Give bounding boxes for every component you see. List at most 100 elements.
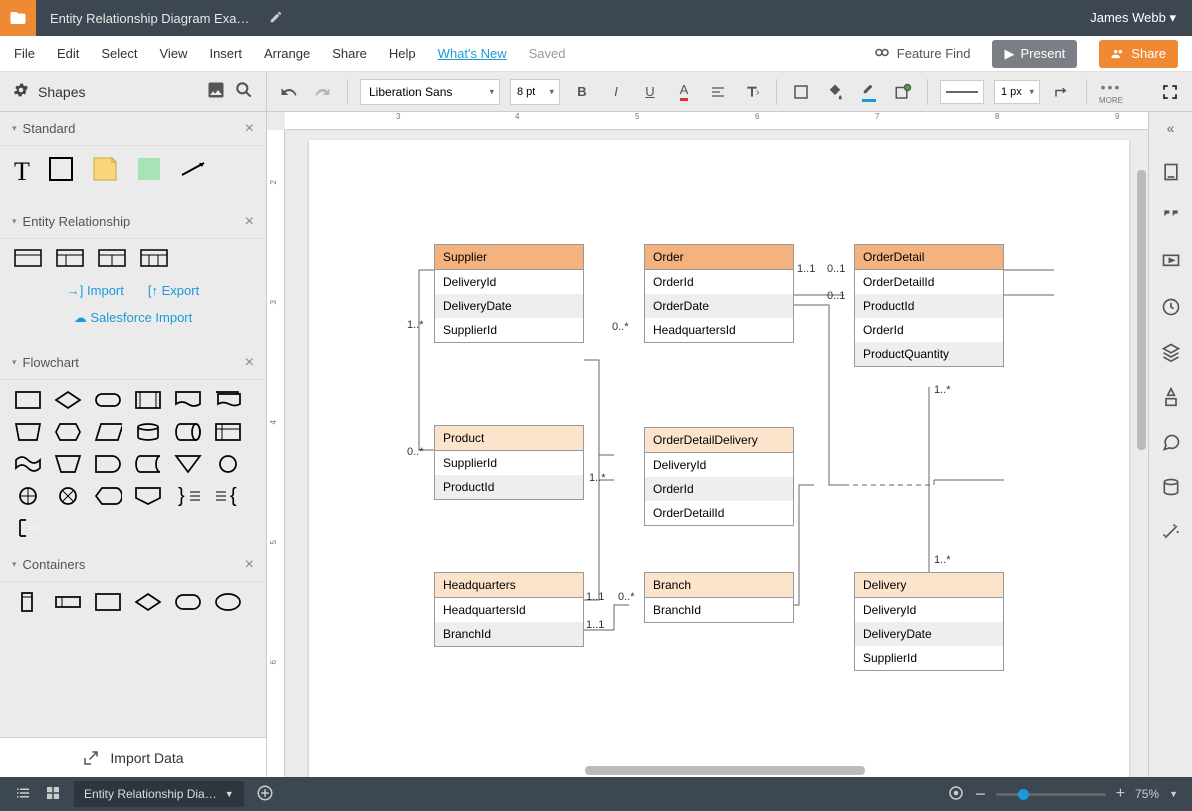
present-panel-icon[interactable] [1161,252,1181,277]
scrollbar-vertical[interactable] [1137,170,1146,450]
er-salesforce[interactable]: ☁ Salesforce Import [74,310,193,325]
fc-data[interactable] [94,422,122,442]
section-containers[interactable]: Containers× [0,548,266,582]
er-import[interactable]: →] Import [67,283,124,298]
ct-6[interactable] [214,592,242,612]
fc-manual[interactable] [14,422,42,442]
er-export[interactable]: [↑ Export [148,283,199,298]
fc-brace-l[interactable]: { [214,486,242,506]
line-style-select[interactable] [940,80,984,104]
target-icon[interactable] [947,784,965,805]
fc-sum[interactable] [54,486,82,506]
scrollbar-horizontal[interactable] [585,766,865,775]
fc-merge[interactable] [174,454,202,474]
font-select[interactable]: Liberation Sans [360,79,500,105]
chat-icon[interactable] [1161,432,1181,457]
zoom-slider[interactable] [996,793,1106,796]
section-standard[interactable]: Standard× [0,112,266,146]
menu-select[interactable]: Select [101,46,137,61]
fc-doc[interactable] [174,390,202,410]
fullscreen-icon[interactable] [1158,80,1182,104]
fontsize-select[interactable]: 8 pt [510,79,560,105]
fc-stored[interactable] [134,454,162,474]
section-flowchart[interactable]: Flowchart× [0,346,266,380]
canvas[interactable]: Supplier DeliveryId DeliveryDate Supplie… [285,130,1148,777]
rect-shape[interactable] [48,156,74,187]
comment-icon[interactable] [1161,207,1181,232]
menu-view[interactable]: View [160,46,188,61]
collapse-icon[interactable]: « [1167,120,1175,136]
entity-odd[interactable]: OrderDetailDelivery DeliveryId OrderId O… [644,427,794,526]
er-shape-4[interactable] [140,249,168,267]
fc-offpage[interactable] [134,486,162,506]
fc-manop[interactable] [54,454,82,474]
zoom-level[interactable]: 75% [1135,787,1159,801]
fc-or[interactable] [14,486,42,506]
text-options-icon[interactable] [740,80,764,104]
er-shape-1[interactable] [14,249,42,267]
close-icon[interactable]: × [245,556,254,574]
fc-tape[interactable] [14,454,42,474]
italic-icon[interactable]: I [604,80,628,104]
border-color-icon[interactable] [857,80,881,104]
zoom-in-icon[interactable]: + [1116,785,1125,803]
fc-delay[interactable] [94,454,122,474]
align-icon[interactable] [706,80,730,104]
data-icon[interactable] [1161,477,1181,502]
menu-whats-new[interactable]: What's New [438,46,507,61]
image-icon[interactable] [206,80,226,103]
menu-help[interactable]: Help [389,46,416,61]
page-panel-icon[interactable] [1161,162,1181,187]
fc-process[interactable] [14,390,42,410]
import-data-button[interactable]: Import Data [0,737,266,777]
ct-1[interactable] [14,592,42,612]
folder-icon[interactable] [0,0,36,36]
fill-icon[interactable] [823,80,847,104]
er-shape-3[interactable] [98,249,126,267]
share-button[interactable]: Share [1099,40,1178,68]
section-er[interactable]: Entity Relationship× [0,205,266,239]
close-icon[interactable]: × [245,213,254,231]
fc-intern[interactable] [214,422,242,442]
line-width-select[interactable]: 1 px [994,80,1040,104]
present-button[interactable]: ▶ Present [992,40,1077,68]
note-shape[interactable] [92,156,118,187]
fc-db[interactable] [134,422,162,442]
menu-file[interactable]: File [14,46,35,61]
close-icon[interactable]: × [245,120,254,138]
entity-supplier[interactable]: Supplier DeliveryId DeliveryDate Supplie… [434,244,584,343]
block-shape[interactable] [136,156,162,187]
fc-brace-r[interactable]: } [174,486,202,506]
master-icon[interactable] [1161,387,1181,412]
fc-multidoc[interactable] [214,390,242,410]
fc-display[interactable] [94,486,122,506]
fc-note[interactable] [14,518,42,538]
entity-product[interactable]: Product SupplierId ProductId [434,425,584,500]
undo-icon[interactable] [277,80,301,104]
gear-icon[interactable] [12,81,30,102]
document-title[interactable]: Entity Relationship Diagram Exa… [36,11,263,26]
edit-title-icon[interactable] [269,10,283,27]
layers-icon[interactable] [1161,342,1181,367]
fc-terminator[interactable] [94,390,122,410]
user-menu[interactable]: James Webb ▾ [1074,10,1192,26]
fc-prep[interactable] [54,422,82,442]
menu-arrange[interactable]: Arrange [264,46,310,61]
arrow-shape[interactable] [180,159,208,184]
redo-icon[interactable] [311,80,335,104]
entity-hq[interactable]: Headquarters HeadquartersId BranchId [434,572,584,647]
more-button[interactable]: •••MORE [1099,79,1123,105]
close-icon[interactable]: × [245,354,254,372]
grid-view-icon[interactable] [44,784,62,805]
ct-4[interactable] [134,592,162,612]
magic-icon[interactable] [1161,522,1181,547]
search-icon[interactable] [234,80,254,103]
shape-crop-icon[interactable] [789,80,813,104]
entity-orderdetail[interactable]: OrderDetail OrderDetailId ProductId Orde… [854,244,1004,367]
er-shape-2[interactable] [56,249,84,267]
fc-direct[interactable] [174,422,202,442]
fc-predef[interactable] [134,390,162,410]
text-shape[interactable]: T [14,157,30,187]
history-icon[interactable] [1161,297,1181,322]
text-color-icon[interactable]: A [672,80,696,104]
